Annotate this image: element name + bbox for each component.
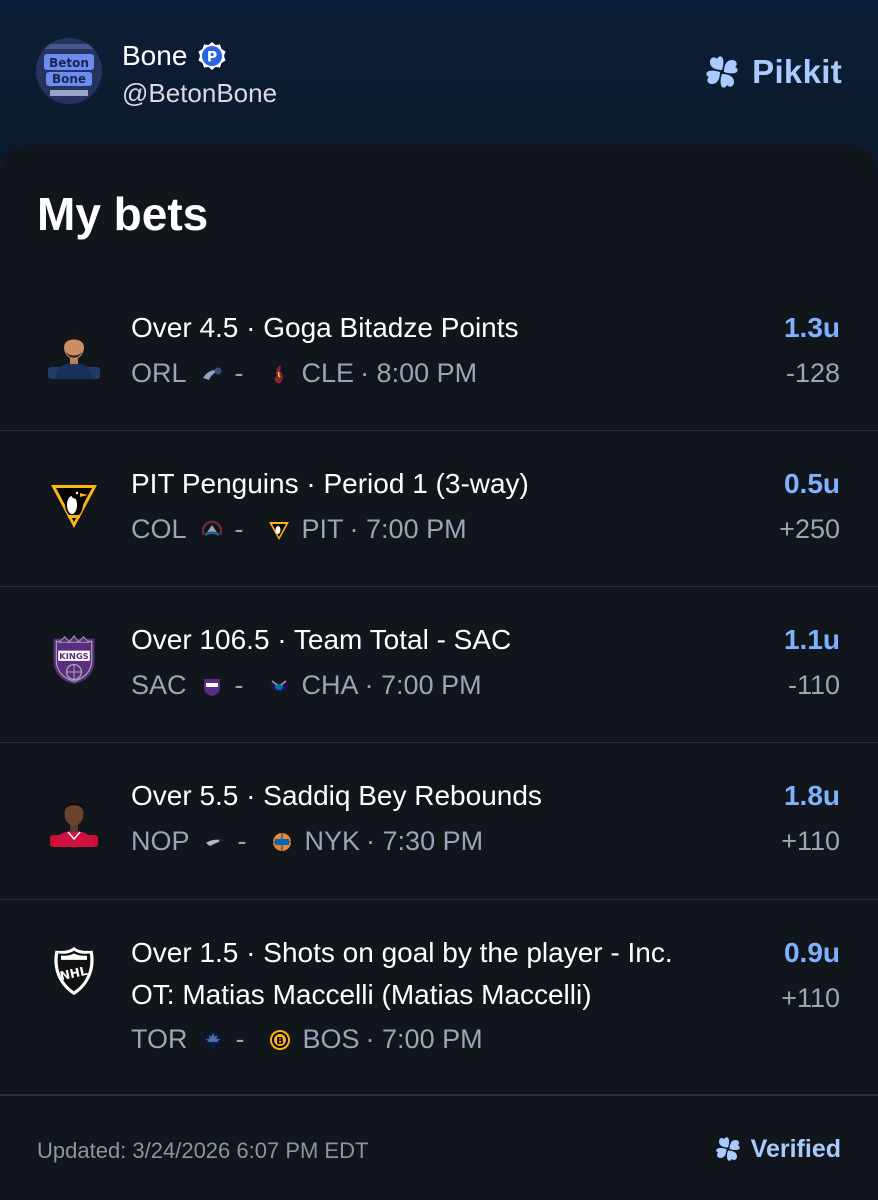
bet-units: 0.9u — [783, 937, 840, 968]
matchup-dash: - — [235, 1024, 245, 1054]
name-row: Bone P — [122, 40, 227, 72]
kings-mini-logo-icon — [203, 678, 220, 696]
team-away: CLE — [301, 358, 355, 388]
bet-units: 0.5u — [783, 468, 840, 499]
bet-units: 1.3u — [783, 312, 840, 343]
team-away: CHA — [301, 670, 359, 700]
bet-matchup: SAC - CHA · 7:00 PM — [131, 670, 482, 701]
matchup-dash: - — [234, 514, 244, 544]
profile-header: Beton Bone Bone P @BetonBone Pikkit — [0, 0, 878, 145]
hornets-logo-icon — [270, 679, 287, 692]
bet-selection: Over 1.5 · Shots on goal by the player -… — [131, 937, 673, 968]
team-home: COL — [131, 514, 187, 544]
team-away: NYK — [304, 826, 361, 856]
bet-matchup: NOP - NYK · 7:30 PM — [131, 826, 483, 857]
badge-letter: P — [207, 50, 217, 66]
svg-text:KINGS: KINGS — [59, 651, 88, 661]
cavaliers-logo-icon — [274, 364, 283, 383]
bet-units: 1.8u — [783, 780, 840, 811]
verified-badge[interactable]: Verified — [713, 1134, 841, 1164]
pelicans-logo-icon — [205, 837, 224, 846]
profile-name[interactable]: Bone — [122, 40, 187, 72]
player-headshot-icon — [48, 335, 100, 379]
bet-units: 1.1u — [783, 624, 840, 655]
bet-row-2[interactable]: PIT Penguins · Period 1 (3-way) COL - PI… — [0, 431, 878, 587]
avatar-image: Beton Bone — [36, 38, 102, 104]
svg-text:Bone: Bone — [52, 72, 86, 86]
bet-selection: Over 106.5 · Team Total - SAC — [131, 624, 512, 655]
penguins-mini-logo-icon — [268, 521, 289, 540]
matchup-dash: - — [237, 826, 247, 856]
bet-row-4[interactable]: Over 5.5 · Saddiq Bey Rebounds NOP - NYK… — [0, 743, 878, 900]
brand-name: Pikkit — [752, 53, 842, 90]
bet-selection: PIT Penguins · Period 1 (3-way) — [131, 468, 529, 499]
bet-matchup: COL - PIT · 7:00 PM — [131, 514, 467, 545]
bet-odds: +250 — [779, 514, 840, 544]
team-away: PIT — [301, 514, 344, 544]
pikkit-brand[interactable]: Pikkit — [702, 52, 842, 92]
avatar[interactable]: Beton Bone — [36, 38, 102, 104]
page-title: My bets — [37, 188, 209, 240]
bet-matchup: ORL - CLE · 8:00 PM — [131, 358, 477, 389]
knicks-logo-icon — [272, 832, 291, 851]
matchup-dash: - — [234, 358, 244, 388]
bet-row-5[interactable]: NHL Over 1.5 · Shots on goal by the play… — [0, 900, 878, 1095]
game-time: · 8:00 PM — [360, 358, 478, 388]
magic-logo-icon — [202, 367, 222, 380]
game-time: · 7:00 PM — [364, 670, 482, 700]
bet-odds: +110 — [781, 826, 840, 856]
kings-logo-icon: KINGS — [53, 634, 95, 685]
bet-selection: Over 4.5 · Goga Bitadze Points — [131, 312, 519, 343]
bet-selection: Over 5.5 · Saddiq Bey Rebounds — [131, 780, 542, 811]
bruins-logo-icon: B — [269, 1029, 290, 1050]
maple-leafs-logo-icon — [202, 1029, 223, 1050]
verified-label: Verified — [750, 1134, 841, 1163]
svg-text:B: B — [276, 1036, 284, 1047]
team-away: BOS — [302, 1024, 360, 1054]
clover-verified-icon — [715, 1137, 740, 1161]
bets-card: My bets Over 4.5 · Goga Bitadze Points O… — [0, 145, 878, 1200]
nhl-logo-icon: NHL — [54, 946, 94, 996]
svg-text:Beton: Beton — [49, 56, 89, 70]
matchup-dash: - — [234, 670, 244, 700]
bet-row-1[interactable]: Over 4.5 · Goga Bitadze Points ORL - CLE… — [0, 275, 878, 431]
bet-row-3[interactable]: KINGS Over 106.5 · Team Total - SAC SAC … — [0, 587, 878, 743]
avalanche-logo-icon — [201, 520, 222, 536]
game-time: · 7:00 PM — [365, 1024, 483, 1054]
profile-handle[interactable]: @BetonBone — [122, 78, 277, 109]
bet-odds: +110 — [781, 983, 840, 1013]
bet-odds: -110 — [787, 670, 840, 700]
bet-selection-continued: OT: Matias Maccelli (Matias Maccelli) — [131, 979, 592, 1010]
clover-logo-icon — [706, 56, 738, 88]
updated-timestamp: Updated: 3/24/2026 6:07 PM EDT — [37, 1138, 369, 1163]
game-time: · 7:30 PM — [366, 826, 484, 856]
penguins-logo-icon — [51, 485, 97, 528]
bet-matchup: TOR - B BOS · 7:00 PM — [131, 1024, 483, 1055]
team-home: TOR — [131, 1024, 188, 1054]
game-time: · 7:00 PM — [349, 514, 467, 544]
team-home: SAC — [131, 670, 187, 700]
card-footer: Updated: 3/24/2026 6:07 PM EDT Verified — [0, 1095, 878, 1200]
pikkit-verified-badge-icon: P — [198, 42, 226, 70]
player-headshot-icon — [50, 802, 98, 847]
team-home: ORL — [131, 358, 187, 388]
bet-odds: -128 — [785, 358, 840, 388]
team-home: NOP — [131, 826, 190, 856]
